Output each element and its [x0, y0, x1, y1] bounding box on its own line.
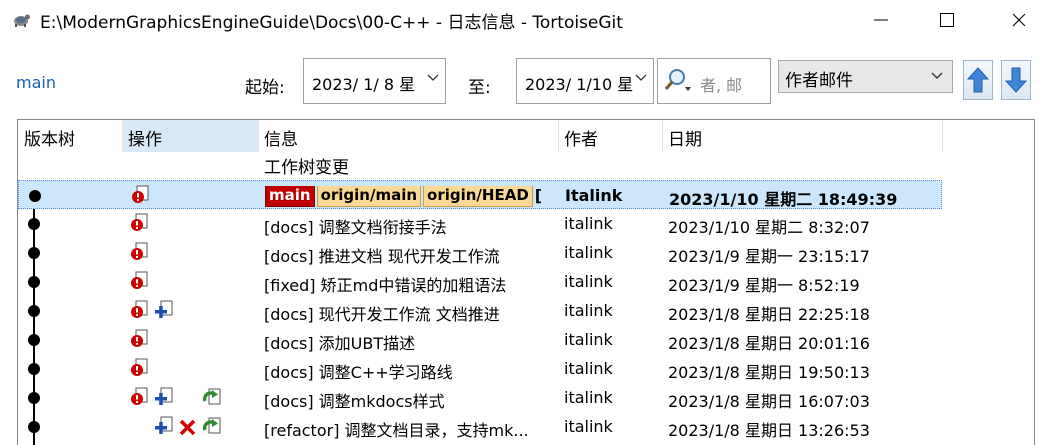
graph-node: [28, 334, 40, 346]
chevron-down-icon: [427, 74, 439, 81]
commit-message: [docs] 添加UBT描述: [264, 334, 416, 353]
commit-message: [docs] 调整C++学习路线: [264, 363, 453, 382]
action-replaced-icon: [202, 416, 222, 436]
ref-overflow: [: [534, 186, 543, 205]
window-title: E:\ModernGraphicsEngineGuide\Docs\00-C++…: [40, 13, 623, 33]
commit-row[interactable]: [refactor] 调整文档目录，支持mk... italink 2023/1/8…: [18, 412, 942, 441]
chevron-down-icon: [931, 72, 943, 79]
search-icon: [664, 69, 691, 91]
action-added-icon: [154, 416, 174, 436]
commit-date: 2023/1/8 星期日 13:26:53: [668, 421, 870, 440]
to-date-value: 2023/ 1/10 星: [525, 75, 634, 94]
log-list[interactable]: 版本树 操作 信息 作者 日期 工作树变更 main origin/main ori…: [17, 119, 1035, 445]
minimize-button[interactable]: [858, 0, 904, 40]
arrow-down-icon: [1005, 67, 1027, 93]
commit-date: 2023/1/8 星期日 20:01:16: [668, 334, 870, 353]
chevron-down-icon: [635, 74, 647, 81]
commit-author: Italink: [565, 186, 623, 205]
column-header-message[interactable]: 信息: [258, 120, 558, 152]
commit-row[interactable]: [docs] 添加UBT描述 italink 2023/1/8 星期日 20:01:…: [18, 325, 942, 354]
commit-author: italink: [564, 301, 613, 320]
commit-author: italink: [564, 243, 613, 262]
to-date-label: 至:: [468, 78, 491, 98]
branch-link[interactable]: main: [16, 73, 56, 92]
commit-row[interactable]: [fixed] 矫正md中错误的加粗语法 italink 2023/1/9 星期一 …: [18, 267, 942, 296]
action-deleted-icon: [178, 416, 198, 436]
graph-node: [28, 421, 40, 433]
commit-date: 2023/1/9 星期一 8:52:19: [668, 276, 860, 295]
remote-ref-label: origin/main: [316, 186, 422, 207]
from-date-value: 2023/ 1/ 8 星: [312, 75, 416, 94]
action-modified-icon: [130, 358, 150, 378]
prev-range-button[interactable]: [963, 60, 993, 100]
commit-date: 2023/1/10 星期二 8:32:07: [668, 218, 870, 237]
close-icon: [1012, 13, 1026, 27]
graph-node: [28, 276, 40, 288]
minimize-icon: [874, 19, 888, 21]
search-field-select[interactable]: 作者邮件: [778, 60, 953, 93]
commit-author: italink: [564, 214, 613, 233]
commit-row[interactable]: [docs] 调整mkdocs样式 italink 2023/1/8 星期日 16:…: [18, 383, 942, 412]
search-placeholder: 者, 邮: [700, 76, 743, 95]
commit-date: 2023/1/8 星期日 19:50:13: [668, 363, 870, 382]
column-header-author[interactable]: 作者: [558, 120, 662, 152]
commit-row[interactable]: [docs] 调整C++学习路线 italink 2023/1/8 星期日 19:5…: [18, 354, 942, 383]
commit-date: 2023/1/10 星期二 18:49:39: [669, 190, 898, 209]
graph-node: [28, 247, 40, 259]
working-tree-row[interactable]: 工作树变更: [264, 153, 349, 178]
commit-author: italink: [564, 330, 613, 349]
commit-author: italink: [564, 359, 613, 378]
action-modified-icon: [130, 329, 150, 349]
graph-node: [28, 363, 40, 375]
next-range-button[interactable]: [1001, 60, 1031, 100]
maximize-icon: [940, 13, 954, 27]
action-added-icon: [154, 300, 174, 320]
graph-node: [28, 392, 40, 404]
commit-message: [docs] 调整mkdocs样式: [264, 392, 445, 411]
action-modified-icon: [130, 242, 150, 262]
commit-row[interactable]: [docs] 推进文档 现代开发工作流 italink 2023/1/9 星期一 2…: [18, 238, 942, 267]
commit-date: 2023/1/9 星期一 23:15:17: [668, 247, 870, 266]
action-replaced-icon: [202, 387, 222, 407]
graph-node: [28, 218, 40, 230]
title-bar: E:\ModernGraphicsEngineGuide\Docs\00-C++…: [0, 0, 1056, 40]
commit-message: main origin/main origin/HEAD[: [265, 186, 555, 207]
commit-message: [docs] 推进文档 现代开发工作流: [264, 247, 500, 266]
arrow-up-icon: [967, 67, 989, 93]
commit-message: [docs] 调整文档衔接手法: [264, 218, 447, 237]
commit-date: 2023/1/8 星期日 22:25:18: [668, 305, 870, 324]
action-modified-icon: [130, 213, 150, 233]
commit-date: 2023/1/8 星期日 16:07:03: [668, 392, 870, 411]
commit-row[interactable]: [docs] 调整文档衔接手法 italink 2023/1/10 星期二 8:32…: [18, 209, 942, 238]
tortoisegit-icon: [14, 14, 30, 27]
graph-node: [29, 190, 41, 202]
search-field-value: 作者邮件: [785, 71, 853, 91]
graph-node: [28, 305, 40, 317]
commit-author: italink: [564, 417, 613, 436]
remote-ref-label: origin/HEAD: [423, 186, 533, 207]
commit-row[interactable]: main origin/main origin/HEAD[ Italink 2023/1…: [18, 180, 942, 209]
commit-author: italink: [564, 272, 613, 291]
column-header-date[interactable]: 日期: [662, 120, 942, 152]
from-date-picker[interactable]: 2023/ 1/ 8 星: [303, 58, 446, 104]
column-header-actions[interactable]: 操作: [122, 120, 258, 152]
commit-message: [fixed] 矫正md中错误的加粗语法: [264, 276, 507, 295]
commit-message: [refactor] 调整文档目录，支持mk...: [264, 421, 529, 440]
column-header-graph[interactable]: 版本树: [18, 120, 122, 152]
search-input[interactable]: 者, 邮: [657, 58, 771, 104]
close-button[interactable]: [996, 0, 1042, 40]
action-modified-icon: [130, 387, 150, 407]
commit-message: [docs] 现代开发工作流 文档推进: [264, 305, 500, 324]
action-modified-icon: [131, 185, 151, 205]
commit-author: italink: [564, 388, 613, 407]
branch-label: main: [265, 186, 315, 207]
action-modified-icon: [130, 271, 150, 291]
from-date-label: 起始:: [245, 78, 285, 98]
to-date-picker[interactable]: 2023/ 1/10 星: [516, 58, 654, 104]
action-modified-icon: [130, 300, 150, 320]
action-added-icon: [154, 387, 174, 407]
maximize-button[interactable]: [924, 0, 970, 40]
commit-row[interactable]: [docs] 现代开发工作流 文档推进 italink 2023/1/8 星期日 2…: [18, 296, 942, 325]
